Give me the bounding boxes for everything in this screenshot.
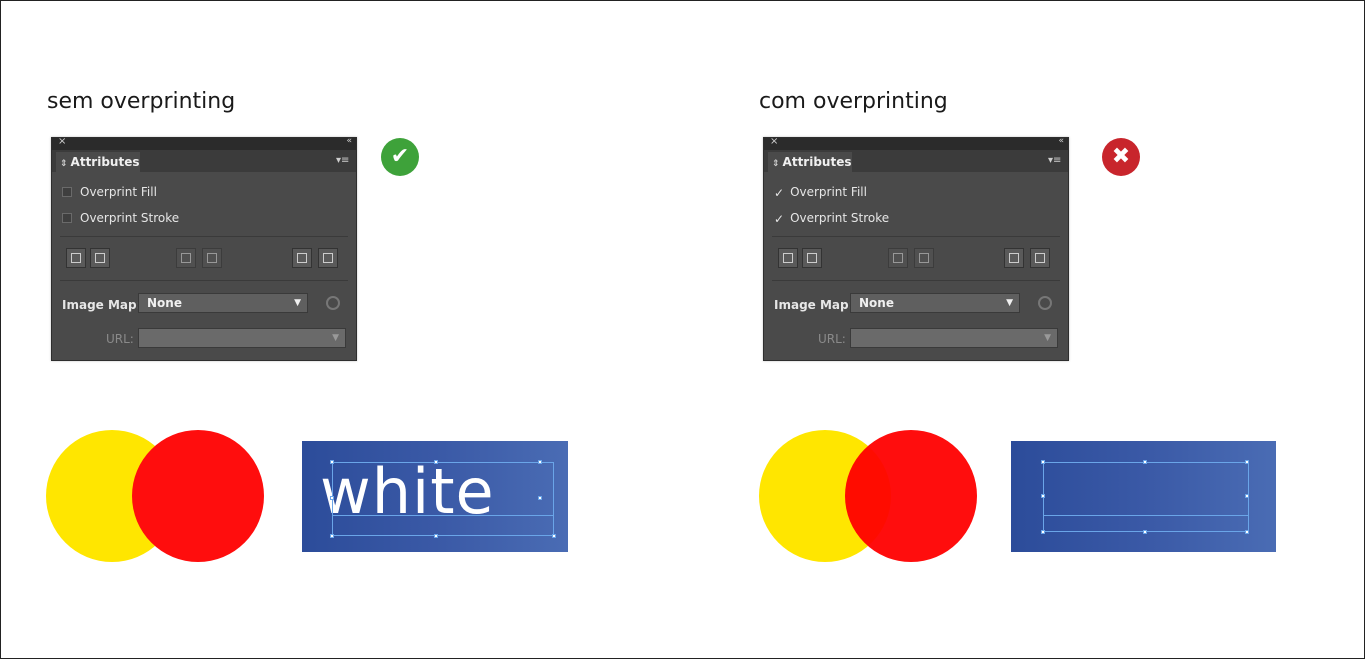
layer-button[interactable]	[1004, 248, 1024, 268]
browser-icon[interactable]	[1038, 296, 1052, 310]
mask-alt-button[interactable]	[914, 248, 934, 268]
chevron-down-icon: ▼	[332, 333, 339, 343]
baseline-guide	[1043, 515, 1249, 516]
tab-attributes-label: Attributes	[70, 155, 140, 169]
chevron-down-icon: ▼	[294, 298, 301, 308]
overprint-stroke-label: Overprint Stroke	[790, 211, 890, 225]
attributes-panel-left: × « ⇕ Attributes ▾≡ Overprint Fill Overpr…	[51, 136, 357, 361]
tab-attributes[interactable]: ⇕ Attributes	[56, 152, 140, 172]
image-map-select[interactable]: None ▼	[850, 293, 1020, 313]
url-input[interactable]: ▼	[138, 328, 346, 348]
overprint-fill-label: Overprint Fill	[790, 185, 867, 199]
selection-box	[1043, 462, 1249, 532]
url-label: URL:	[818, 332, 846, 346]
selection-handle[interactable]	[1143, 460, 1147, 464]
panel-titlebar: × «	[52, 136, 356, 150]
image-map-label: Image Map:	[62, 298, 142, 312]
rect-shape-alt-button[interactable]	[802, 248, 822, 268]
panel-menu-icon[interactable]: ▾≡	[336, 155, 350, 167]
mask-button[interactable]	[888, 248, 908, 268]
overprint-stroke-option[interactable]: Overprint Stroke	[62, 210, 179, 226]
tab-toggle-icon: ⇕	[60, 159, 68, 169]
rect-shape-button[interactable]	[66, 248, 86, 268]
red-circle	[132, 430, 264, 562]
layer-alt-button[interactable]	[1030, 248, 1050, 268]
red-circle	[845, 430, 977, 562]
tab-attributes-label: Attributes	[782, 155, 852, 169]
baseline-guide	[332, 515, 554, 516]
overprint-fill-option[interactable]: Overprint Fill	[62, 184, 157, 200]
check-icon: ✔	[381, 138, 419, 176]
panel-tab-row: ⇕ Attributes ▾≡	[764, 150, 1068, 172]
image-map-value: None	[147, 296, 182, 310]
chevron-down-icon: ▼	[1044, 333, 1051, 343]
selection-handle[interactable]	[434, 534, 438, 538]
close-icon[interactable]: ×	[770, 136, 778, 147]
selection-handle[interactable]	[1041, 494, 1045, 498]
divider	[60, 280, 348, 281]
panel-tab-row: ⇕ Attributes ▾≡	[52, 150, 356, 172]
overprint-fill-label: Overprint Fill	[80, 185, 157, 199]
overprint-fill-option[interactable]: ✓ Overprint Fill	[774, 184, 867, 200]
text-sample-box	[1011, 441, 1276, 552]
overprint-fill-checkbox[interactable]: ✓	[774, 185, 784, 200]
overprint-stroke-checkbox[interactable]: ✓	[774, 211, 784, 226]
overprint-fill-checkbox[interactable]	[62, 187, 72, 197]
tab-toggle-icon: ⇕	[772, 159, 780, 169]
selection-handle[interactable]	[434, 460, 438, 464]
right-heading: com overprinting	[759, 89, 948, 114]
selection-handle[interactable]	[1245, 494, 1249, 498]
close-icon[interactable]: ×	[58, 136, 66, 147]
divider	[772, 280, 1060, 281]
selection-handle[interactable]	[1041, 530, 1045, 534]
selection-handle[interactable]	[1245, 530, 1249, 534]
collapse-icon[interactable]: «	[1058, 136, 1063, 146]
divider	[772, 236, 1060, 237]
mask-button[interactable]	[176, 248, 196, 268]
left-heading: sem overprinting	[47, 89, 236, 114]
overprint-stroke-option[interactable]: ✓ Overprint Stroke	[774, 210, 889, 226]
selection-handle[interactable]	[538, 496, 542, 500]
image-map-label: Image Map:	[774, 298, 854, 312]
mask-alt-button[interactable]	[202, 248, 222, 268]
text-sample-box: white	[302, 441, 568, 552]
overprint-stroke-checkbox[interactable]	[62, 213, 72, 223]
browser-icon[interactable]	[326, 296, 340, 310]
layer-alt-button[interactable]	[318, 248, 338, 268]
rect-shape-button[interactable]	[778, 248, 798, 268]
selection-handle[interactable]	[330, 496, 334, 500]
panel-menu-icon[interactable]: ▾≡	[1048, 155, 1062, 167]
page-frame: sem overprinting × « ⇕ Attributes ▾≡ Over…	[0, 0, 1365, 659]
url-label: URL:	[106, 332, 134, 346]
image-map-select[interactable]: None ▼	[138, 293, 308, 313]
url-input[interactable]: ▼	[850, 328, 1058, 348]
selection-handle[interactable]	[1041, 460, 1045, 464]
selection-handle[interactable]	[1143, 530, 1147, 534]
overprint-stroke-label: Overprint Stroke	[80, 211, 180, 225]
layer-button[interactable]	[292, 248, 312, 268]
chevron-down-icon: ▼	[1006, 298, 1013, 308]
selection-handle[interactable]	[552, 534, 556, 538]
tab-attributes[interactable]: ⇕ Attributes	[768, 152, 852, 172]
selection-handle[interactable]	[330, 534, 334, 538]
selection-handle[interactable]	[538, 460, 542, 464]
close-icon: ✖	[1102, 138, 1140, 176]
collapse-icon[interactable]: «	[346, 136, 351, 146]
panel-titlebar: × «	[764, 136, 1068, 150]
selection-box	[332, 462, 554, 536]
selection-handle[interactable]	[330, 460, 334, 464]
attributes-panel-right: × « ⇕ Attributes ▾≡ ✓ Overprint Fill ✓ Over…	[763, 136, 1069, 361]
selection-handle[interactable]	[1245, 460, 1249, 464]
divider	[60, 236, 348, 237]
rect-shape-alt-button[interactable]	[90, 248, 110, 268]
image-map-value: None	[859, 296, 894, 310]
